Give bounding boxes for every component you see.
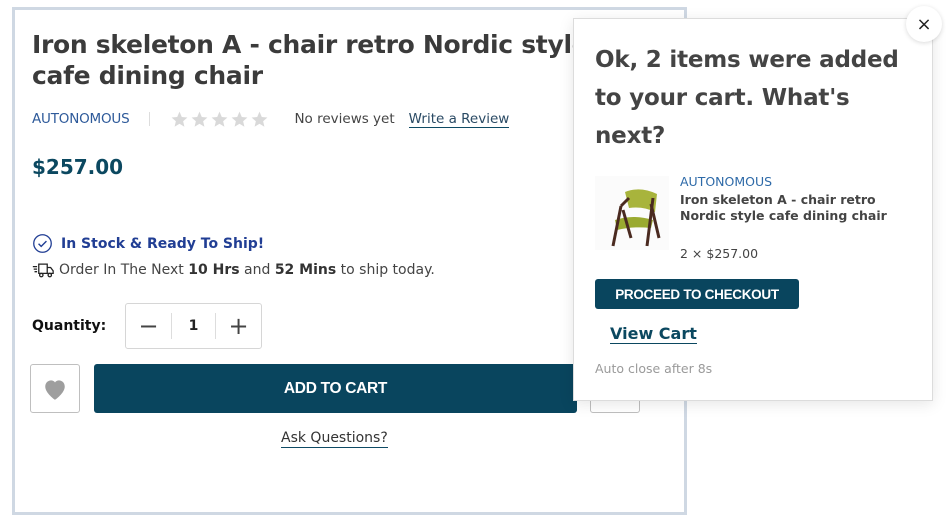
shipping-hours: 10 Hrs [188, 262, 240, 278]
quantity-stepper: − 1 + [125, 303, 262, 349]
view-cart-link[interactable]: View Cart [610, 324, 697, 344]
brand-link[interactable]: AUTONOMOUS [32, 111, 130, 127]
shipping-prefix: Order In The Next [59, 262, 184, 278]
quantity-input[interactable]: 1 [171, 313, 216, 339]
added-to-cart-popup: Ok, 2 items were added to your cart. Wha… [573, 18, 933, 401]
shipping-countdown: Order In The Next 10 Hrs and 52 Mins to … [32, 261, 435, 279]
quantity-label: Quantity: [32, 318, 107, 334]
reviews-count-text: No reviews yet [294, 111, 395, 127]
popup-title: Ok, 2 items were added to your cart. Wha… [595, 47, 899, 149]
star-icon [210, 110, 229, 129]
shipping-middle: and [239, 262, 275, 278]
check-circle-icon [33, 234, 52, 253]
popup-item-name[interactable]: Iron skeleton A - chair retro Nordic sty… [680, 192, 915, 224]
delivery-truck-icon [32, 263, 54, 278]
add-to-cart-button[interactable]: ADD TO CART [94, 364, 577, 413]
close-popup-button[interactable]: × [906, 6, 942, 42]
popup-item-brand[interactable]: AUTONOMOUS [680, 174, 772, 189]
star-icon [170, 110, 189, 129]
star-icon [230, 110, 249, 129]
stock-status-text: In Stock & Ready To Ship! [61, 235, 265, 252]
star-icon [190, 110, 209, 129]
product-meta-row: AUTONOMOUS No reviews yet Write a Review [32, 109, 510, 129]
close-icon: × [916, 13, 932, 35]
product-title: Iron skeleton A - chair retro Nordic sty… [32, 29, 592, 91]
ask-questions-link[interactable]: Ask Questions? [281, 430, 388, 448]
proceed-to-checkout-button[interactable]: PROCEED TO CHECKOUT [595, 279, 799, 309]
auto-close-text: Auto close after 8s [595, 361, 713, 376]
increment-button[interactable]: + [216, 304, 261, 348]
product-price: $257.00 [32, 155, 124, 179]
product-thumbnail [595, 176, 669, 250]
write-review-link[interactable]: Write a Review [408, 111, 510, 128]
shipping-mins: 52 Mins [274, 262, 337, 278]
rating-stars [170, 110, 269, 129]
star-icon [250, 110, 269, 129]
product-title-line-2: cafe dining chair [32, 61, 263, 90]
decrement-button[interactable]: − [126, 304, 171, 348]
heart-icon [45, 379, 65, 400]
popup-item-qty-price: 2 × $257.00 [680, 246, 759, 261]
chair-image [611, 189, 661, 247]
wishlist-button[interactable] [30, 364, 80, 413]
stock-status: In Stock & Ready To Ship! [32, 233, 264, 254]
divider [149, 112, 151, 126]
product-title-line-1: Iron skeleton A - chair retro Nordic sty… [32, 30, 589, 59]
shipping-suffix: to ship today. [336, 262, 435, 278]
